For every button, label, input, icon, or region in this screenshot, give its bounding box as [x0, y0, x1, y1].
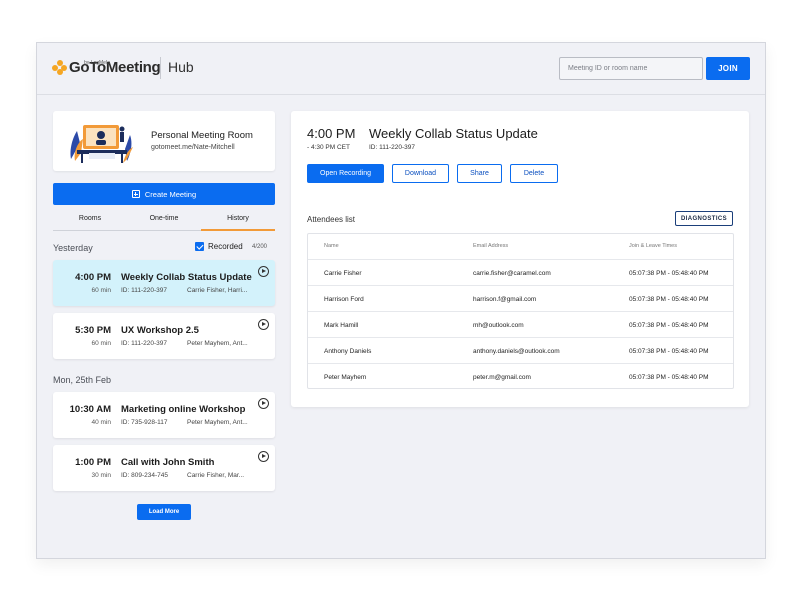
attendee-email: carrie.fisher@caramel.com — [473, 270, 551, 277]
meeting-duration: 30 min — [91, 472, 111, 479]
attendee-name: Harrison Ford — [324, 296, 364, 303]
meeting-title: Marketing online Workshop — [121, 404, 246, 415]
attendee-name: Carrie Fisher — [324, 270, 362, 277]
column-header-email: Email Address — [473, 243, 509, 249]
attendees-table: Name Email Address Join & Leave Times Ca… — [307, 233, 734, 389]
meeting-id: ID: 809-234-745 — [121, 472, 168, 479]
logo-flower-icon — [52, 60, 67, 75]
share-button[interactable]: Share — [457, 164, 502, 183]
load-more-button[interactable]: Load More — [137, 504, 191, 520]
meeting-time: 4:00 PM — [75, 272, 111, 283]
meeting-duration: 60 min — [91, 340, 111, 347]
plus-icon — [131, 190, 140, 198]
meeting-id: ID: 735-928-117 — [121, 419, 168, 426]
attendee-times: 05:07:38 PM - 05:48:40 PM — [629, 322, 709, 329]
download-button[interactable]: Download — [392, 164, 449, 183]
meeting-card[interactable]: 10:30 AM 40 min Marketing online Worksho… — [53, 392, 275, 438]
column-header-name: Name — [324, 243, 339, 249]
play-recording-icon[interactable] — [258, 398, 269, 409]
create-meeting-button[interactable]: Create Meeting — [53, 183, 275, 205]
group-label-date: Mon, 25th Feb — [53, 375, 112, 385]
attendee-email: harrison.f@gmail.com — [473, 296, 537, 303]
attendee-times: 05:07:38 PM - 05:48:40 PM — [629, 374, 709, 381]
tab-one-time[interactable]: One-time — [127, 209, 201, 230]
brand-subtitle: by LogMeIn — [84, 60, 111, 66]
table-header-row: Name Email Address Join & Leave Times — [308, 234, 733, 260]
checkbox-checked-icon[interactable] — [195, 242, 204, 251]
tab-history[interactable]: History — [201, 209, 275, 231]
personal-meeting-room-card[interactable]: Personal Meeting Room gotomeet.me/Nate-M… — [53, 111, 275, 171]
detail-start-time: 4:00 PM — [307, 126, 356, 141]
table-row: Peter Mayhem peter.m@gmail.com 05:07:38 … — [308, 363, 733, 389]
attendees-list-label: Attendees list — [307, 215, 356, 224]
app-window: GoToMeeting by LogMeIn Hub JOIN Personal… — [36, 42, 766, 559]
meeting-card[interactable]: 4:00 PM 60 min Weekly Collab Status Upda… — [53, 260, 275, 306]
top-bar: GoToMeeting by LogMeIn Hub JOIN — [37, 43, 765, 95]
play-recording-icon[interactable] — [258, 319, 269, 330]
recorded-label: Recorded — [208, 242, 243, 251]
recording-count: 4/200 — [252, 244, 268, 250]
attendee-name: Peter Mayhem — [324, 374, 367, 381]
attendee-name: Mark Hamill — [324, 322, 359, 329]
header-divider — [160, 57, 161, 79]
meeting-time: 1:00 PM — [75, 457, 111, 468]
meeting-id-input[interactable] — [559, 57, 703, 80]
delete-button[interactable]: Delete — [510, 164, 558, 183]
attendee-email: anthony.daniels@outlook.com — [473, 348, 560, 355]
table-row: Carrie Fisher carrie.fisher@caramel.com … — [308, 259, 733, 285]
table-row: Harrison Ford harrison.f@gmail.com 05:07… — [308, 285, 733, 311]
meeting-title: UX Workshop 2.5 — [121, 325, 199, 336]
meeting-attendees: Peter Mayhem, Ant... — [187, 419, 248, 426]
meeting-id: ID: 111-220-397 — [121, 287, 168, 294]
meeting-card[interactable]: 1:00 PM 30 min Call with John Smith ID: … — [53, 445, 275, 491]
detail-title: Weekly Collab Status Update — [369, 126, 538, 141]
attendee-email: peter.m@gmail.com — [473, 374, 531, 381]
table-row: Mark Hamill mh@outlook.com 05:07:38 PM -… — [308, 311, 733, 337]
meeting-title: Call with John Smith — [121, 457, 215, 468]
play-recording-icon[interactable] — [258, 266, 269, 277]
meeting-card[interactable]: 5:30 PM 60 min UX Workshop 2.5 ID: 111-2… — [53, 313, 275, 359]
diagnostics-button[interactable]: DIAGNOSTICS — [675, 211, 733, 226]
attendee-times: 05:07:38 PM - 05:48:40 PM — [629, 296, 709, 303]
meeting-attendees: Peter Mayhem, Ant... — [187, 340, 248, 347]
attendee-times: 05:07:38 PM - 05:48:40 PM — [629, 270, 709, 277]
join-button[interactable]: JOIN — [706, 57, 750, 80]
meeting-time: 10:30 AM — [69, 404, 111, 415]
meeting-duration: 40 min — [91, 419, 111, 426]
detail-end-time: - 4:30 PM CET — [307, 144, 350, 151]
meeting-id: ID: 111-220-397 — [121, 340, 168, 347]
detail-meeting-id: ID: 111-220-397 — [369, 144, 416, 151]
page-title: Hub — [168, 59, 194, 75]
meeting-duration: 60 min — [91, 287, 111, 294]
meeting-room-illustration — [70, 125, 133, 163]
tab-rooms[interactable]: Rooms — [53, 209, 127, 230]
open-recording-button[interactable]: Open Recording — [307, 164, 384, 183]
meeting-tabs: Rooms One-time History — [53, 209, 275, 231]
create-meeting-label: Create Meeting — [144, 189, 197, 199]
meeting-detail-panel: 4:00 PM - 4:30 PM CET Weekly Collab Stat… — [291, 111, 749, 407]
attendee-times: 05:07:38 PM - 05:48:40 PM — [629, 348, 709, 355]
play-recording-icon[interactable] — [258, 451, 269, 462]
meeting-time: 5:30 PM — [75, 325, 111, 336]
recorded-filter[interactable]: Recorded — [195, 242, 243, 251]
personal-room-title: Personal Meeting Room — [151, 130, 253, 141]
column-header-times: Join & Leave Times — [629, 243, 677, 249]
meeting-title: Weekly Collab Status Update — [121, 272, 252, 283]
meeting-attendees: Carrie Fisher, Harri... — [187, 287, 248, 294]
brand-name: GoToMeeting — [69, 59, 161, 76]
table-row: Anthony Daniels anthony.daniels@outlook.… — [308, 337, 733, 363]
attendee-name: Anthony Daniels — [324, 348, 372, 355]
group-label-yesterday: Yesterday — [53, 243, 93, 253]
meeting-attendees: Carrie Fisher, Mar... — [187, 472, 245, 479]
personal-room-url[interactable]: gotomeet.me/Nate-Mitchell — [151, 144, 235, 151]
attendee-email: mh@outlook.com — [473, 322, 524, 329]
